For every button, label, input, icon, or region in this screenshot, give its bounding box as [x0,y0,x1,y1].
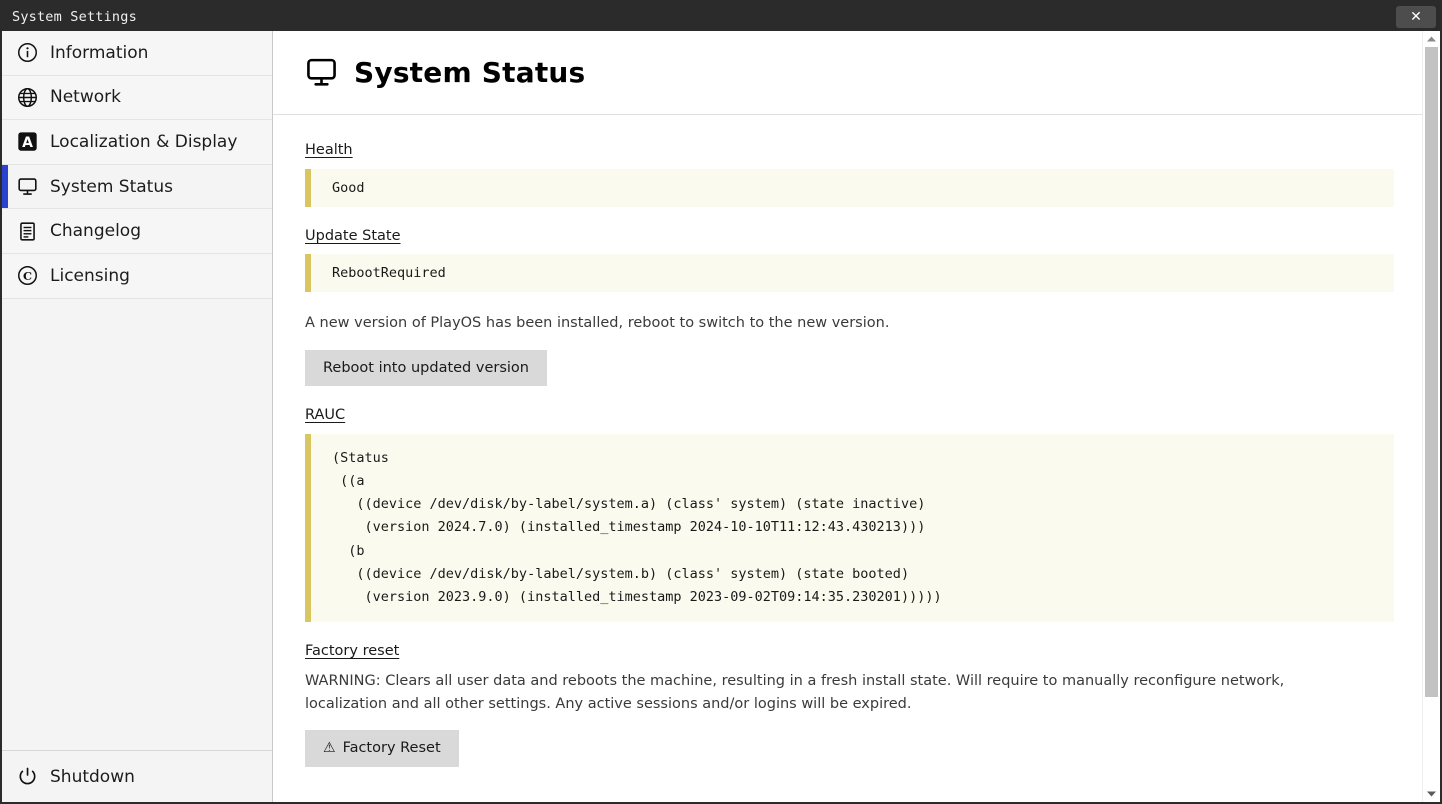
scrollbar-track[interactable] [1425,47,1438,786]
scrollbar-up-arrow[interactable] [1423,31,1441,47]
chevron-up-icon [1427,36,1436,42]
sidebar-item-label: Localization & Display [50,131,238,152]
content-scroll-area: Health Good Update State RebootRequired … [273,115,1440,802]
window-body: Information Network A Localization & Dis… [2,31,1440,802]
sidebar-item-label: Information [50,42,149,63]
reboot-button-label: Reboot into updated version [323,359,529,376]
globe-icon [15,85,39,109]
svg-text:C: C [22,269,31,283]
copyright-icon: C [15,264,39,288]
vertical-scrollbar[interactable] [1422,31,1440,802]
sidebar-item-information[interactable]: Information [2,31,272,76]
factory-reset-heading-row: Factory reset [305,642,1394,670]
sidebar-item-label: Licensing [50,265,130,286]
page-title: System Status [354,56,586,89]
main-content: System Status Health Good Update State R… [273,31,1440,802]
reboot-into-updated-version-button[interactable]: Reboot into updated version [305,349,547,387]
update-state-heading-row: Update State [305,227,1394,255]
monitor-icon [305,56,338,89]
sidebar-item-label: Network [50,87,121,108]
sidebar-item-licensing[interactable]: C Licensing [2,253,272,299]
sidebar-item-shutdown[interactable]: Shutdown [2,750,272,802]
factory-reset-warning: WARNING: Clears all user data and reboot… [305,672,1285,712]
factory-reset-button-label: Factory Reset [342,740,441,757]
rauc-status-value: (Status ((a ((device /dev/disk/by-label/… [305,433,1394,623]
rauc-heading: RAUC [305,407,346,424]
svg-text:A: A [22,135,33,151]
warning-triangle-icon: ⚠ [323,740,336,757]
sidebar: Information Network A Localization & Dis… [2,31,273,802]
update-state-heading: Update State [305,227,401,244]
monitor-icon [15,175,39,199]
factory-reset-button[interactable]: ⚠ Factory Reset [305,730,459,767]
rauc-heading-row: RAUC [305,406,1394,434]
sidebar-nav: Information Network A Localization & Dis… [2,31,272,750]
sidebar-item-label: Changelog [50,221,142,242]
chevron-down-icon [1427,791,1436,797]
scrollbar-thumb[interactable] [1425,47,1438,698]
title-bar: System Settings ✕ [2,2,1440,31]
content-header: System Status [273,31,1440,115]
sidebar-item-network[interactable]: Network [2,75,272,121]
update-state-description: A new version of PlayOS has been install… [305,315,890,332]
system-settings-window: System Settings ✕ Information Network A … [0,0,1442,804]
window-title: System Settings [12,8,137,25]
letter-a-icon: A [15,130,39,154]
sidebar-item-label: Shutdown [50,766,135,787]
power-icon [15,765,39,789]
health-value: Good [305,168,1394,207]
sidebar-item-label: System Status [50,176,173,197]
info-circle-icon [15,41,39,65]
sidebar-item-system-status[interactable]: System Status [2,164,272,210]
close-icon: ✕ [1410,8,1422,25]
health-heading-row: Health [305,141,1394,169]
close-button[interactable]: ✕ [1396,5,1436,28]
document-icon [15,219,39,243]
health-heading: Health [305,142,353,158]
scrollbar-down-arrow[interactable] [1423,786,1441,802]
update-state-value: RebootRequired [305,254,1394,293]
factory-reset-heading: Factory reset [305,643,400,660]
sidebar-item-localization-display[interactable]: A Localization & Display [2,120,272,165]
sidebar-item-changelog[interactable]: Changelog [2,209,272,254]
